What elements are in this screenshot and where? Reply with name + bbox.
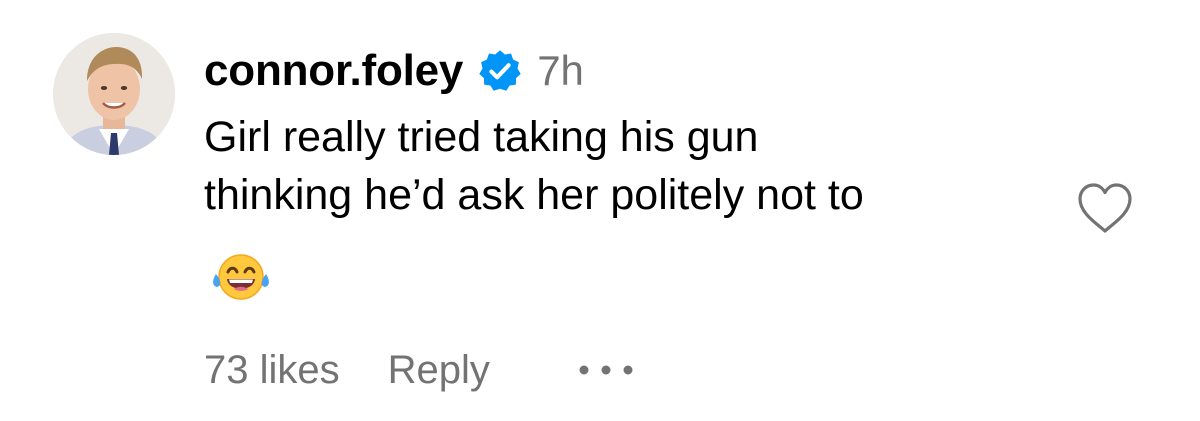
- username-link[interactable]: connor.foley: [204, 46, 463, 96]
- comment-actions: 73 likes Reply: [204, 340, 636, 400]
- more-options-icon[interactable]: [576, 360, 636, 380]
- laughing-tears-emoji-icon: [213, 254, 269, 300]
- comment-timestamp: 7h: [537, 47, 584, 94]
- verified-badge-icon: [479, 50, 521, 91]
- comment-text: Girl really tried taking his gun thinkin…: [204, 108, 1064, 224]
- avatar[interactable]: [53, 33, 175, 155]
- comment-text-line: Girl really tried taking his gun: [204, 113, 759, 161]
- comment-header: connor.foley 7h: [204, 40, 584, 102]
- comment: connor.foley 7h Girl really tried taking…: [0, 0, 1200, 421]
- likes-count[interactable]: 73 likes: [204, 348, 340, 393]
- comment-text-line: thinking he’d ask her politely not to: [204, 171, 864, 219]
- avatar-image: [53, 33, 175, 155]
- like-heart-icon[interactable]: [1076, 181, 1134, 235]
- reply-button[interactable]: Reply: [388, 348, 490, 393]
